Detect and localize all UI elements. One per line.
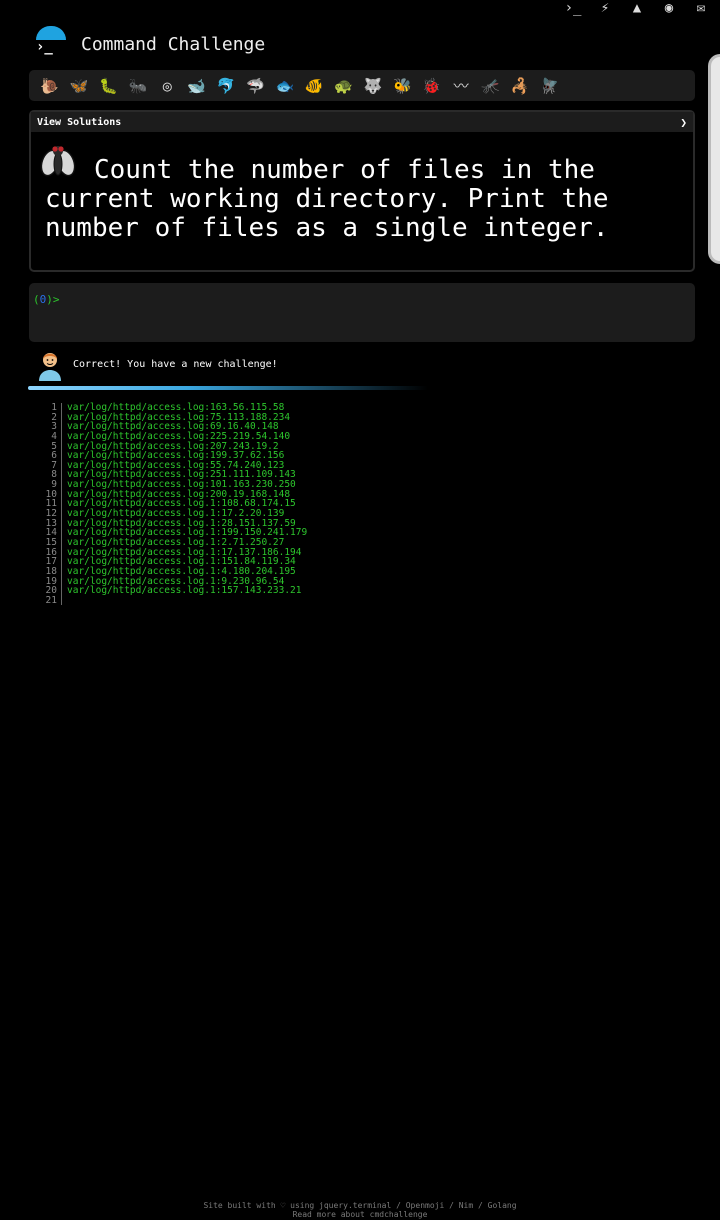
view-solutions-bar[interactable]: View Solutions ❯: [31, 112, 693, 132]
output-line: 20 var/log/httpd/access.log.1:157.143.233…: [36, 586, 307, 596]
fox-icon[interactable]: ◉: [658, 0, 680, 16]
caterpillar-icon[interactable]: 🐛: [94, 74, 123, 98]
footer: Site built with ♡ using jquery.terminal …: [0, 1201, 720, 1219]
line-number: 1: [36, 403, 62, 413]
line-text: [62, 596, 67, 606]
side-scroll-tab[interactable]: [708, 54, 720, 264]
butterfly-icon[interactable]: 🦋: [64, 74, 93, 98]
top-nav: ›_ ⚡ ▲ ◉ ✉: [562, 0, 712, 16]
line-number: 8: [36, 470, 62, 481]
output-line: 21: [36, 596, 307, 606]
prompt-close: )>: [46, 293, 60, 306]
scorpion-icon[interactable]: 🦂: [505, 74, 534, 98]
prompt-open: (: [33, 293, 40, 306]
turtle-icon[interactable]: 🐢: [329, 74, 358, 98]
whale-icon[interactable]: 🐋: [182, 74, 211, 98]
shell-icon[interactable]: ◎: [153, 74, 182, 98]
logo-cap: [36, 26, 66, 40]
person-icon: [39, 353, 61, 381]
line-number: 2: [36, 412, 62, 423]
footer-read-more-link[interactable]: Read more about cmdchallenge: [0, 1210, 720, 1219]
mosquito-icon[interactable]: 🦟: [476, 74, 505, 98]
ant-icon[interactable]: 🐜: [123, 74, 152, 98]
terminal-input-area[interactable]: (0)>: [29, 283, 695, 342]
logo[interactable]: ›_: [34, 26, 68, 56]
bolt-icon[interactable]: ⚡: [594, 0, 616, 16]
line-number: 7: [36, 461, 62, 471]
line-text: var/log/httpd/access.log.1:157.143.233.2…: [67, 585, 302, 597]
tree-icon[interactable]: ▲: [626, 0, 648, 16]
snail-icon[interactable]: 🐌: [35, 74, 64, 98]
divider: [28, 386, 428, 390]
challenge-progress-bar: 🐌 🦋 🐛 🐜 ◎ 🐋 🐬 🦈 🐟 🐠 🐢 🐺 🐝 🐞 〰 🦟 🦂 🪰: [29, 70, 695, 101]
line-number: 6: [36, 451, 62, 461]
terminal-icon: ›_: [36, 39, 53, 55]
line-number: 3: [36, 422, 62, 432]
tropical-fish-icon[interactable]: 🐠: [300, 74, 329, 98]
bee-icon[interactable]: 🐝: [388, 74, 417, 98]
status-message: Correct! You have a new challenge!: [73, 359, 278, 370]
worm-icon[interactable]: 〰: [446, 74, 475, 98]
dolphin-icon[interactable]: 🐬: [211, 74, 240, 98]
command-output: 1 var/log/httpd/access.log:163.56.115.58 2…: [36, 403, 307, 606]
terminal-icon[interactable]: ›_: [562, 0, 584, 16]
line-number: 21: [36, 596, 62, 606]
shark-icon[interactable]: 🦈: [241, 74, 270, 98]
page-title: Command Challenge: [81, 34, 266, 55]
challenge-description: Count the number of files in the current…: [45, 155, 609, 243]
view-solutions-label: View Solutions: [37, 116, 122, 128]
wolf-icon[interactable]: 🐺: [358, 74, 387, 98]
challenge-panel: View Solutions ❯ Count the number of fil…: [29, 110, 695, 272]
fish-icon[interactable]: 🐟: [270, 74, 299, 98]
line-number: 5: [36, 441, 62, 452]
mail-icon[interactable]: ✉: [690, 0, 712, 16]
fly-icon[interactable]: 🪰: [535, 74, 564, 98]
ladybug-icon[interactable]: 🐞: [417, 74, 446, 98]
chevron-right-icon[interactable]: ❯: [680, 116, 687, 129]
footer-credits: Site built with ♡ using jquery.terminal …: [203, 1201, 517, 1210]
line-number: 4: [36, 432, 62, 442]
